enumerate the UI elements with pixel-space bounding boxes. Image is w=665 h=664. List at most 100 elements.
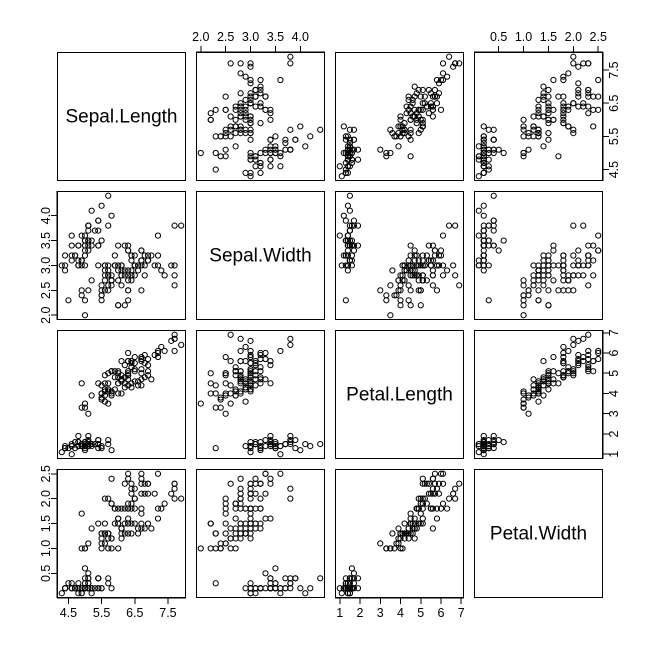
data-point bbox=[485, 222, 492, 229]
data-point bbox=[590, 242, 597, 249]
scatter-panel-Petal.Length-vs-Petal.Width[interactable] bbox=[335, 469, 464, 598]
data-point bbox=[350, 247, 358, 254]
data-point bbox=[585, 60, 592, 67]
scatter-panel-Petal.Length-vs-Sepal.Length[interactable] bbox=[335, 52, 464, 181]
data-point bbox=[247, 60, 254, 67]
data-point bbox=[490, 192, 497, 199]
data-point bbox=[585, 262, 592, 269]
diagonal-panel-Sepal.Width[interactable]: Sepal.Width bbox=[196, 191, 325, 320]
scatter-panel-Petal.Width-vs-Petal.Length[interactable] bbox=[474, 330, 603, 459]
data-point bbox=[212, 382, 219, 389]
scatter-panel-Sepal.Width-vs-Petal.Length[interactable] bbox=[196, 330, 325, 459]
data-point bbox=[560, 120, 567, 127]
data-point bbox=[480, 247, 487, 254]
axis-left-Petal.Width: 0.5 1.0 1.5 2.0 2.5 bbox=[39, 465, 58, 598]
data-point bbox=[595, 247, 602, 254]
data-point bbox=[125, 277, 132, 284]
data-point bbox=[252, 163, 259, 170]
data-point bbox=[495, 146, 502, 153]
scatter-panel-Petal.Length-vs-Sepal.Width[interactable] bbox=[335, 191, 464, 320]
data-point bbox=[520, 312, 527, 319]
data-point bbox=[75, 432, 82, 440]
data-point bbox=[475, 262, 482, 269]
data-point bbox=[154, 515, 162, 522]
data-point bbox=[555, 380, 562, 387]
scatter-panel-Sepal.Width-vs-Sepal.Length[interactable] bbox=[196, 52, 325, 181]
data-point bbox=[407, 510, 414, 517]
data-point bbox=[475, 207, 482, 214]
data-point bbox=[88, 277, 95, 284]
data-point bbox=[111, 505, 118, 512]
data-point bbox=[570, 287, 577, 294]
data-point bbox=[212, 149, 219, 157]
panel-frame bbox=[57, 191, 186, 320]
diagonal-panel-Petal.Width[interactable]: Petal.Width bbox=[474, 469, 603, 598]
tick-label: 3 bbox=[377, 606, 384, 620]
data-point bbox=[267, 163, 274, 170]
data-point bbox=[417, 302, 424, 309]
diagonal-panel-Sepal.Length[interactable]: Sepal.Length bbox=[57, 52, 186, 181]
scatter-panel-Petal.Width-vs-Sepal.Width[interactable] bbox=[474, 191, 603, 320]
diagonal-variable-label: Petal.Width bbox=[490, 524, 587, 545]
data-point bbox=[475, 257, 482, 264]
data-point bbox=[101, 495, 109, 502]
data-point bbox=[171, 480, 178, 487]
data-point bbox=[227, 123, 234, 130]
data-point bbox=[222, 93, 229, 100]
scatter-panel-Sepal.Length-vs-Petal.Length[interactable] bbox=[57, 330, 186, 459]
data-point bbox=[125, 515, 132, 522]
data-point bbox=[88, 590, 95, 597]
data-point bbox=[575, 80, 582, 87]
scatter-panel-Sepal.Length-vs-Sepal.Width[interactable] bbox=[57, 191, 186, 320]
data-point bbox=[282, 585, 289, 592]
data-point bbox=[121, 480, 128, 487]
data-point bbox=[105, 267, 112, 274]
data-point bbox=[407, 302, 414, 309]
data-point bbox=[530, 282, 537, 289]
scatter-panel-Petal.Width-vs-Sepal.Length[interactable] bbox=[474, 52, 603, 181]
data-point bbox=[237, 490, 244, 497]
data-point bbox=[262, 515, 269, 522]
data-point bbox=[377, 540, 384, 547]
data-point bbox=[429, 475, 436, 482]
data-point bbox=[252, 590, 259, 597]
data-point bbox=[431, 247, 439, 254]
data-point bbox=[595, 76, 602, 84]
data-point bbox=[62, 252, 69, 259]
tick-label: 3.0 bbox=[242, 30, 259, 44]
data-point bbox=[520, 277, 527, 284]
data-point bbox=[108, 500, 115, 507]
tick-label: 3 bbox=[607, 410, 621, 417]
data-point bbox=[272, 143, 279, 150]
data-point bbox=[98, 202, 105, 209]
data-point bbox=[207, 390, 214, 397]
panel-frame bbox=[335, 52, 464, 181]
data-point bbox=[151, 490, 158, 497]
data-point bbox=[560, 343, 567, 351]
data-point bbox=[171, 495, 178, 502]
data-point bbox=[495, 436, 502, 444]
tick-label: 2 bbox=[357, 606, 364, 620]
data-point bbox=[207, 110, 214, 117]
scatter-panel-Sepal.Length-vs-Petal.Width[interactable] bbox=[57, 469, 186, 598]
diagonal-panel-Petal.Length[interactable]: Petal.Length bbox=[335, 330, 464, 459]
data-point bbox=[131, 495, 138, 502]
data-point bbox=[212, 404, 219, 411]
data-point bbox=[65, 297, 72, 304]
data-point bbox=[108, 282, 115, 289]
tick-label: 7 bbox=[458, 606, 465, 620]
data-point bbox=[377, 146, 384, 153]
data-point bbox=[530, 376, 537, 383]
data-point bbox=[88, 525, 95, 532]
data-point bbox=[425, 110, 432, 117]
data-point bbox=[121, 242, 128, 249]
data-point bbox=[520, 133, 527, 140]
data-point bbox=[267, 116, 274, 123]
data-point bbox=[590, 123, 597, 130]
data-point bbox=[545, 287, 552, 294]
scatter-panel-Sepal.Width-vs-Petal.Width[interactable] bbox=[196, 469, 325, 598]
axis-bottom-Petal.Length: 1234567 bbox=[335, 597, 465, 620]
data-point bbox=[247, 495, 254, 502]
data-point bbox=[171, 222, 178, 229]
data-point bbox=[346, 227, 353, 234]
